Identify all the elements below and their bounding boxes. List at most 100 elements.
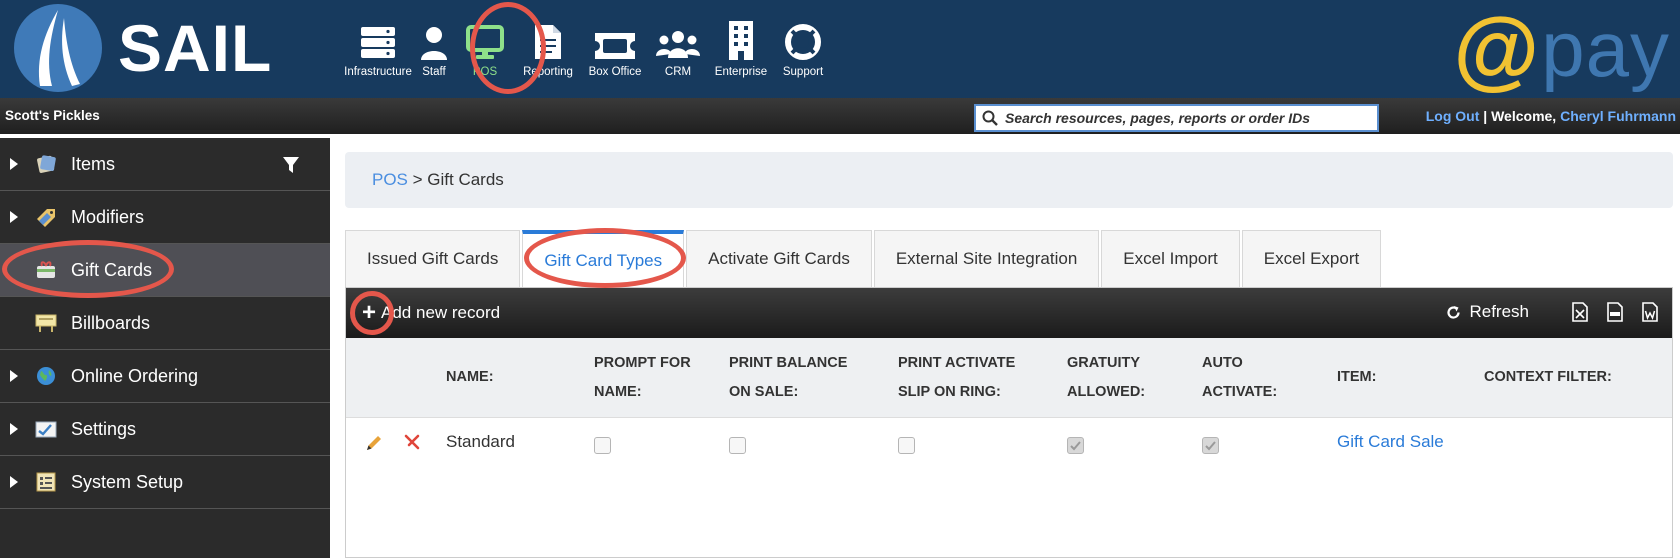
expand-arrow-icon[interactable] bbox=[0, 476, 28, 488]
refresh-label: Refresh bbox=[1469, 302, 1529, 321]
edit-pencil-icon[interactable] bbox=[364, 433, 384, 453]
nav-label: POS bbox=[472, 66, 498, 78]
sail-logo-icon bbox=[14, 4, 102, 92]
billboard-icon bbox=[35, 313, 57, 333]
prompt-for-name-checkbox bbox=[594, 437, 611, 454]
gratuity-allowed-checkbox bbox=[1067, 437, 1084, 454]
breadcrumb: POS > Gift Cards bbox=[345, 152, 1673, 208]
nav-box-office[interactable]: Box Office bbox=[580, 18, 650, 78]
users-icon bbox=[655, 18, 701, 60]
column-header-print-activate-slip[interactable]: PRINT ACTIVATE SLIP ON RING: bbox=[898, 349, 1015, 407]
expand-arrow-icon[interactable] bbox=[0, 211, 28, 223]
nav-enterprise[interactable]: Enterprise bbox=[706, 18, 776, 78]
top-header: SAIL Infrastructure Staff POS Reporting bbox=[0, 0, 1680, 98]
column-header-prompt-for-name[interactable]: PROMPT FOR NAME: bbox=[594, 349, 691, 407]
system-setup-icon bbox=[35, 472, 57, 492]
nav-pos[interactable]: POS bbox=[454, 18, 516, 78]
expand-arrow-icon[interactable] bbox=[0, 423, 28, 435]
user-area: Log Out | Welcome, Cheryl Fuhrmann bbox=[1426, 108, 1676, 124]
column-header-name[interactable]: NAME: bbox=[446, 363, 494, 392]
user-separator: | bbox=[1479, 108, 1492, 124]
tab-excel-import[interactable]: Excel Import bbox=[1101, 230, 1240, 287]
pay-logo-word: pay bbox=[1541, 5, 1670, 93]
settings-icon bbox=[35, 419, 57, 439]
search-icon bbox=[982, 110, 998, 126]
sidebar-item-label: Settings bbox=[71, 418, 137, 439]
table-row: Standard Gift Card Sale bbox=[346, 418, 1672, 468]
sidebar-item-label: System Setup bbox=[71, 471, 184, 492]
sidebar-item-modifiers[interactable]: Modifiers bbox=[0, 191, 330, 244]
column-header-context-filter[interactable]: CONTEXT FILTER: bbox=[1484, 363, 1612, 392]
toolbar-actions: Refresh bbox=[1446, 302, 1658, 322]
sidebar-item-billboards[interactable]: Billboards bbox=[0, 297, 330, 350]
item-link[interactable]: Gift Card Sale bbox=[1337, 432, 1444, 452]
export-csv-icon[interactable] bbox=[1607, 302, 1623, 322]
auto-activate-checkbox bbox=[1202, 437, 1219, 454]
building-icon bbox=[727, 18, 755, 60]
export-word-icon[interactable] bbox=[1642, 302, 1658, 322]
nav-staff[interactable]: Staff bbox=[414, 18, 454, 78]
tab-external-site-integration[interactable]: External Site Integration bbox=[873, 230, 1100, 287]
delete-x-icon[interactable] bbox=[403, 433, 421, 451]
tab-gift-card-types[interactable]: Gift Card Types bbox=[522, 230, 685, 287]
nav-label: Reporting bbox=[523, 66, 573, 78]
pay-logo-at: @ bbox=[1453, 0, 1540, 98]
add-new-record-label: Add new record bbox=[381, 303, 501, 322]
sidebar-item-settings[interactable]: Settings bbox=[0, 403, 330, 456]
expand-arrow-icon[interactable] bbox=[0, 158, 28, 170]
add-new-record-button[interactable]: + Add new record bbox=[362, 301, 500, 325]
document-icon bbox=[534, 18, 562, 60]
global-search-input[interactable]: Search resources, pages, reports or orde… bbox=[974, 104, 1379, 132]
search-placeholder: Search resources, pages, reports or orde… bbox=[1005, 110, 1311, 126]
breadcrumb-current: Gift Cards bbox=[427, 170, 504, 189]
tab-excel-export[interactable]: Excel Export bbox=[1241, 230, 1382, 287]
refresh-button[interactable]: Refresh bbox=[1446, 302, 1529, 322]
column-header-auto-activate[interactable]: AUTO ACTIVATE: bbox=[1202, 349, 1277, 407]
gift-card-types-grid: + Add new record Refresh NAME: PROMPT FO… bbox=[345, 287, 1673, 558]
nav-infrastructure[interactable]: Infrastructure bbox=[342, 18, 414, 78]
column-header-item[interactable]: ITEM: bbox=[1337, 363, 1376, 392]
column-header-print-balance-on-sale[interactable]: PRINT BALANCE ON SALE: bbox=[729, 349, 847, 407]
tab-activate-gift-cards[interactable]: Activate Gift Cards bbox=[686, 230, 872, 287]
sidebar-item-items[interactable]: Items bbox=[0, 138, 330, 191]
nav-label: Enterprise bbox=[714, 66, 768, 78]
sidebar-item-label: Modifiers bbox=[71, 206, 145, 227]
monitor-icon bbox=[465, 18, 505, 60]
welcome-text: Welcome, bbox=[1491, 108, 1561, 124]
nav-reporting[interactable]: Reporting bbox=[516, 18, 580, 78]
nav-label: Staff bbox=[422, 66, 446, 78]
gift-card-type-name: Standard bbox=[446, 432, 515, 451]
sidebar-item-system-setup[interactable]: System Setup bbox=[0, 456, 330, 509]
sail-logo[interactable]: SAIL bbox=[14, 4, 272, 92]
sidebar: Items Modifiers Gift Cards Billboards On… bbox=[0, 134, 330, 558]
grid-header: NAME: PROMPT FOR NAME: PRINT BALANCE ON … bbox=[346, 338, 1672, 418]
expand-arrow-icon[interactable] bbox=[0, 370, 28, 382]
server-icon bbox=[360, 18, 396, 60]
items-icon bbox=[35, 154, 57, 174]
nav-support[interactable]: Support bbox=[776, 18, 830, 78]
tab-issued-gift-cards[interactable]: Issued Gift Cards bbox=[345, 230, 521, 287]
lifebuoy-icon bbox=[785, 18, 821, 60]
breadcrumb-pos-link[interactable]: POS bbox=[372, 170, 408, 190]
nav-label: Box Office bbox=[588, 66, 642, 78]
filter-icon[interactable] bbox=[282, 156, 300, 179]
sidebar-item-online-ordering[interactable]: Online Ordering bbox=[0, 350, 330, 403]
sail-logo-text: SAIL bbox=[118, 11, 273, 85]
user-name-link[interactable]: Cheryl Fuhrmann bbox=[1560, 108, 1676, 124]
main-nav: Infrastructure Staff POS Reporting Box O… bbox=[342, 18, 830, 78]
print-balance-on-sale-checkbox bbox=[729, 437, 746, 454]
at-pay-logo: @ pay bbox=[1453, 4, 1670, 94]
ticket-icon bbox=[594, 18, 636, 60]
nav-label: Infrastructure bbox=[344, 66, 412, 78]
nav-crm[interactable]: CRM bbox=[650, 18, 706, 78]
globe-icon bbox=[35, 366, 57, 386]
print-activate-slip-checkbox bbox=[898, 437, 915, 454]
sidebar-item-gift-cards[interactable]: Gift Cards bbox=[0, 244, 330, 297]
export-excel-icon[interactable] bbox=[1572, 302, 1588, 322]
grid-toolbar: + Add new record Refresh bbox=[346, 288, 1672, 338]
sidebar-item-label: Gift Cards bbox=[71, 259, 153, 280]
logout-link[interactable]: Log Out bbox=[1426, 108, 1480, 124]
organization-name: Scott's Pickles bbox=[5, 108, 100, 123]
nav-label: Support bbox=[782, 66, 824, 78]
column-header-gratuity-allowed[interactable]: GRATUITY ALLOWED: bbox=[1067, 349, 1145, 407]
